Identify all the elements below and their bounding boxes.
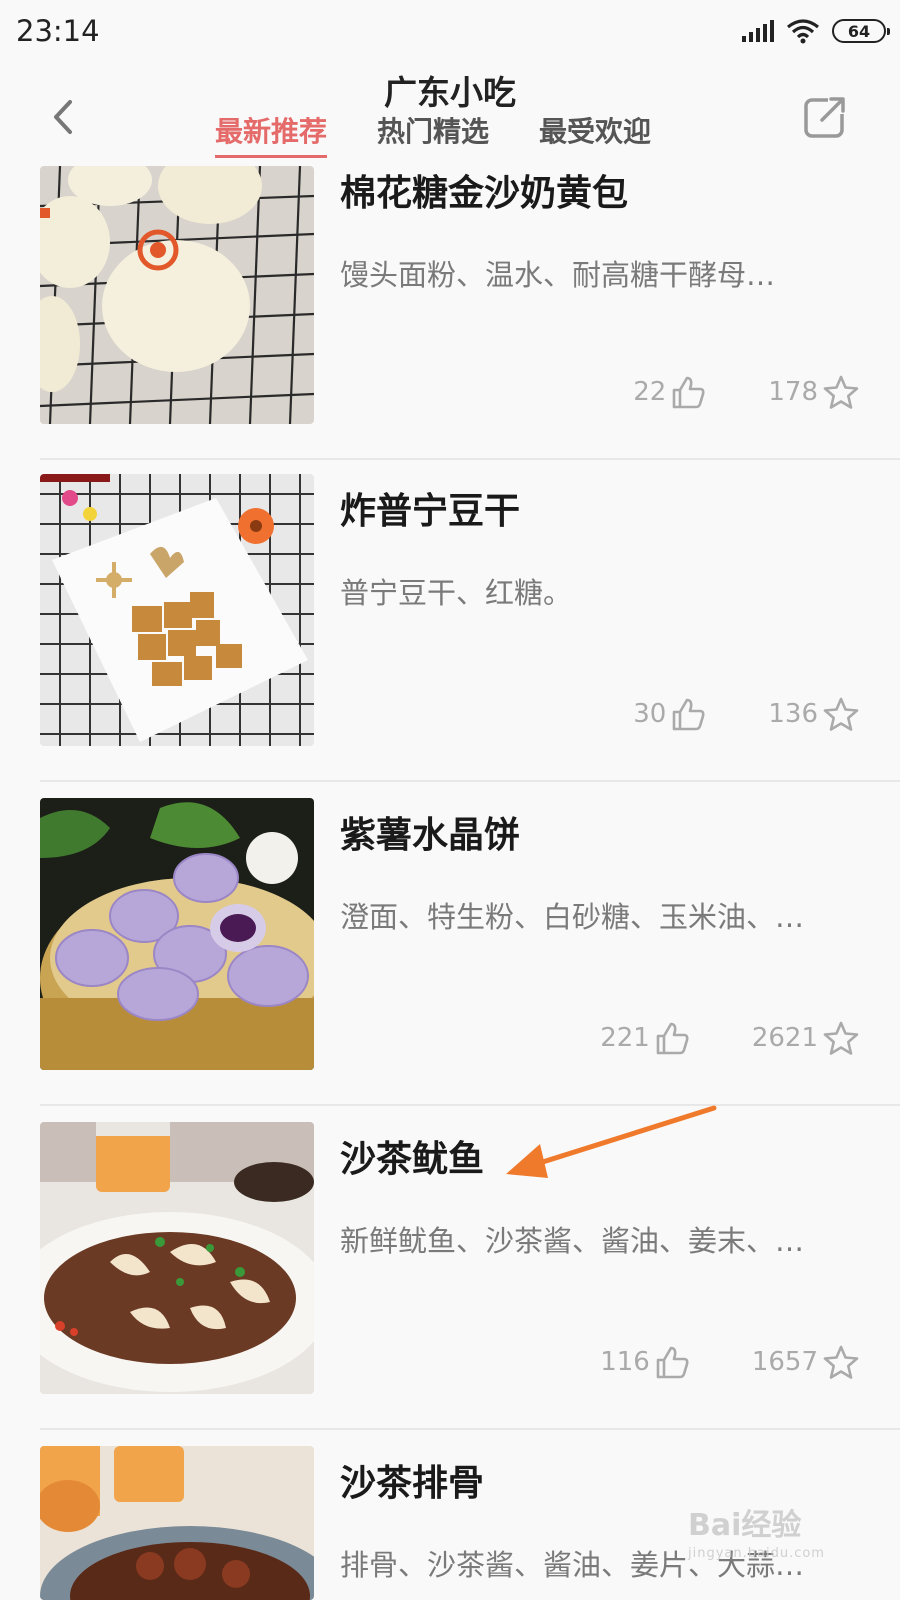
share-icon	[804, 94, 848, 138]
favorite-count-value: 2621	[751, 1023, 818, 1053]
like-count-value: 30	[633, 699, 667, 729]
recipe-title: 炸普宁豆干	[340, 491, 521, 532]
divider	[40, 780, 900, 782]
recipe-thumbnail	[40, 1446, 314, 1600]
thumbs-up-icon	[673, 698, 705, 731]
watermark-text: Bai经验	[688, 1508, 802, 1543]
like-count-value: 116	[600, 1347, 650, 1377]
recipe-item[interactable]: 棉花糖金沙奶黄包 馒头面粉、温水、耐高糖干酵母… 22 178	[0, 166, 900, 492]
favorite-count-value: 178	[768, 377, 818, 407]
recipe-thumbnail	[40, 798, 314, 1070]
like-count[interactable]: 30	[633, 696, 706, 732]
divider	[40, 458, 900, 460]
like-count[interactable]: 221	[600, 1020, 690, 1056]
divider	[40, 1104, 900, 1106]
battery-level: 64	[847, 21, 871, 41]
divider	[40, 1428, 900, 1430]
tab-popular[interactable]: 最受欢迎	[539, 110, 651, 154]
favorite-count-value: 1657	[751, 1347, 818, 1377]
recipe-title: 沙茶排骨	[340, 1463, 485, 1504]
recipe-stats: 116 1657	[600, 1344, 860, 1380]
tab-latest[interactable]: 最新推荐	[215, 110, 328, 158]
recipe-title: 紫薯水晶饼	[340, 815, 521, 856]
recipe-ingredients: 馒头面粉、温水、耐高糖干酵母…	[340, 258, 776, 292]
recipe-title: 沙茶鱿鱼	[340, 1139, 485, 1180]
recipe-item[interactable]: 紫薯水晶饼 澄面、特生粉、白砂糖、玉米油、… 221 2621	[0, 798, 900, 1122]
recipe-stats: 22 178	[633, 374, 860, 410]
star-icon	[823, 1345, 859, 1379]
like-count[interactable]: 22	[633, 374, 706, 410]
status-icons: 64	[742, 18, 890, 44]
tab-bar: 最新推荐 热门精选 最受欢迎	[215, 110, 651, 158]
favorite-count[interactable]: 1657	[752, 1344, 860, 1380]
recipe-ingredients: 新鲜鱿鱼、沙茶酱、酱油、姜末、…	[340, 1224, 805, 1258]
recipe-stats: 221 2621	[600, 1020, 860, 1056]
tab-hot[interactable]: 热门精选	[377, 110, 489, 154]
watermark: Bai经验 jingyan.baidu.com	[688, 1500, 825, 1561]
recipe-ingredients: 普宁豆干、红糖。	[340, 576, 573, 610]
battery-indicator: 64	[832, 19, 890, 43]
app-header: 广东小吃 最新推荐 热门精选 最受欢迎	[0, 62, 900, 168]
recipe-thumbnail	[40, 474, 314, 746]
star-icon	[823, 1021, 859, 1055]
like-count-value: 22	[633, 377, 667, 407]
recipe-item[interactable]: 炸普宁豆干 普宁豆干、红糖。 30 136	[0, 474, 900, 798]
recipe-title: 棉花糖金沙奶黄包	[340, 173, 629, 214]
watermark-sub: jingyan.baidu.com	[688, 1546, 825, 1561]
status-bar: 23:14 64	[0, 0, 900, 62]
like-count-value: 221	[600, 1023, 650, 1053]
like-count[interactable]: 116	[600, 1344, 690, 1380]
wifi-icon	[787, 19, 819, 44]
recipe-item[interactable]: 沙茶鱿鱼 新鲜鱿鱼、沙茶酱、酱油、姜末、… 116 1657	[0, 1122, 900, 1446]
star-icon	[823, 697, 859, 731]
favorite-count[interactable]: 2621	[752, 1020, 860, 1056]
recipe-thumbnail	[40, 1122, 314, 1394]
star-icon	[823, 375, 859, 409]
signal-icon	[742, 20, 774, 42]
thumbs-up-icon	[673, 376, 705, 409]
favorite-count[interactable]: 136	[768, 696, 860, 732]
thumbs-up-icon	[656, 1022, 689, 1055]
share-button[interactable]	[802, 92, 850, 140]
thumbs-up-icon	[656, 1346, 689, 1379]
recipe-stats: 30 136	[633, 696, 860, 732]
recipe-ingredients: 澄面、特生粉、白砂糖、玉米油、…	[340, 900, 805, 934]
favorite-count[interactable]: 178	[768, 374, 860, 410]
annotation-arrow	[506, 1105, 717, 1178]
status-time: 23:14	[16, 14, 100, 48]
favorite-count-value: 136	[768, 699, 818, 729]
recipe-thumbnail	[40, 166, 314, 424]
page-title: 广东小吃	[384, 73, 516, 112]
